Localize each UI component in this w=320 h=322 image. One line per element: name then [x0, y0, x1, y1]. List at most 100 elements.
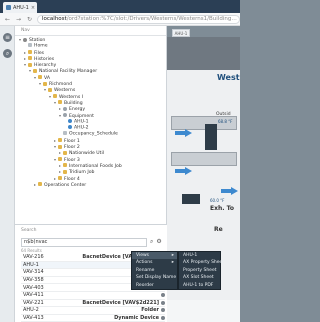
gear-icon [63, 113, 67, 118]
menu-item[interactable]: Reorder [132, 282, 177, 289]
folder-icon [38, 182, 42, 187]
folder-icon [58, 144, 62, 149]
result-type: Folder [141, 307, 159, 314]
nav-tree: ▾ Station Home ▸ Files ▸ Histories ▾ Hierarchy ▾ N… [15, 36, 166, 188]
exhaust-label: Exh. To [210, 205, 235, 212]
folder-icon [48, 87, 52, 92]
search-result-row[interactable]: VAV-411 [21, 292, 165, 300]
context-submenu: AHU-1 AX Property Sheet Property Sheet AX S… [178, 251, 224, 290]
building-title: West [217, 73, 240, 82]
url-host: localhost [42, 16, 67, 22]
tree-node-label: Hierarchy [34, 63, 57, 69]
result-gear-icon [161, 293, 165, 298]
result-name: VAV-411 [23, 292, 44, 299]
result-gear-icon [161, 308, 165, 313]
menu-item[interactable]: AHU-1 to PDF [179, 282, 220, 289]
address-bar: ← → ↻ localhost /ord?station:%7C/slot:/D… [0, 13, 240, 26]
nav-panel: Nav ▾ Station Home ▸ Files ▸ Histories ▾ Hierarc… [15, 26, 167, 224]
browser-tabbar: AHU-1 × [0, 0, 240, 13]
airflow-arrow-body-3 [221, 189, 231, 193]
tree-node-label: Home [34, 43, 48, 49]
menu-icon[interactable]: ≡ [3, 33, 12, 42]
tree-node-label: Floor 3 [64, 157, 80, 163]
menu-item[interactable]: Property Sheet [179, 267, 220, 274]
station-icon [23, 37, 27, 42]
result-name: VAV-216 [23, 254, 44, 261]
result-type: Dynamic Device [114, 315, 159, 322]
tree-node-label: Operations Center [44, 182, 87, 188]
search-result-row[interactable]: VAV-413 Dynamic Device [21, 315, 165, 322]
forward-icon[interactable]: → [15, 16, 22, 23]
result-gear-icon [161, 300, 165, 305]
file-icon [63, 131, 67, 136]
tree-node-label: Richmond [49, 82, 73, 88]
duct-lower [171, 152, 237, 166]
menu-item-label: Property Sheet [183, 267, 217, 273]
tree-node-label: AHU-1 [74, 119, 89, 125]
result-gear-icon [161, 316, 165, 321]
folder-icon [28, 56, 32, 61]
view-header-strip [167, 37, 240, 70]
reload-icon[interactable]: ↻ [26, 16, 33, 23]
folder-icon [58, 176, 62, 181]
url-field[interactable]: localhost /ord?station:%7C/slot:/Drivers… [37, 14, 240, 24]
search-icon[interactable]: ⌕ [3, 49, 12, 58]
gear-icon [63, 106, 67, 111]
point-icon [68, 125, 72, 130]
airflow-arrow-icon [185, 129, 192, 137]
folder-icon [43, 81, 47, 86]
side-rail: ≡ ⌕ [0, 26, 15, 322]
tree-node-label: Occupancy_Schedule [69, 131, 118, 137]
tree-node-label: Floor 1 [64, 138, 80, 144]
tree-node-label: Energy [69, 107, 86, 113]
tree-node[interactable]: ▸ Operations Center [15, 182, 166, 188]
favicon-icon [6, 5, 11, 10]
menu-item[interactable]: AHU-1 [179, 252, 220, 259]
menu-item-label: Actions [136, 260, 153, 266]
folder-icon [63, 169, 67, 174]
submenu-arrow-icon: ▸ [171, 253, 174, 258]
search-result-row[interactable]: AHU-2 Folder [21, 307, 165, 315]
tree-node-label: Building [64, 100, 83, 106]
menu-item[interactable]: Rename [132, 267, 177, 274]
point-icon [68, 118, 72, 123]
menu-item-label: Set Display Name [136, 275, 177, 281]
search-result-row[interactable]: VAV-221 BacnetDevice [VAV$2d221] [21, 300, 165, 308]
result-count: 64 Results [21, 248, 42, 253]
tree-node-label: Files [34, 50, 45, 56]
tree-node-label: Histories [34, 56, 55, 62]
browser-tab[interactable]: AHU-1 × [3, 2, 37, 13]
search-icon[interactable]: ⌕ [150, 238, 153, 246]
menu-item-label: AX Slot Sheet [183, 275, 214, 281]
tree-node-label: Station [29, 38, 46, 43]
tree-node-label: Floor 4 [64, 176, 80, 182]
url-path: /ord?station:%7C/slot:/Drivers/Westerns/… [66, 16, 237, 22]
result-type: BacnetDevice [VAV$2d221] [82, 299, 159, 306]
nav-title: Nav [15, 26, 166, 36]
menu-item[interactable]: Actions ▸ [132, 259, 177, 266]
folder-icon [58, 100, 62, 105]
menu-item[interactable]: AX Property Sheet [179, 259, 224, 266]
folder-icon [53, 94, 57, 99]
airflow-arrow-icon-2 [185, 167, 192, 175]
search-title: Search [21, 228, 37, 233]
menu-item-label: Views [136, 253, 150, 258]
menu-item[interactable]: Views ▸ [132, 252, 177, 260]
view-tab[interactable]: AHU-1 [172, 29, 190, 37]
settings-icon[interactable]: ⚙ [156, 238, 161, 246]
search-input[interactable]: n$b(nvac [21, 238, 147, 247]
submenu-arrow-icon: ▸ [171, 260, 174, 266]
context-menu: Views ▸ Actions ▸ Rename Set Display Name Reor… [131, 251, 178, 290]
file-icon [28, 43, 32, 48]
airflow-arrow-body [175, 131, 185, 135]
menu-item[interactable]: AX Slot Sheet [179, 274, 220, 281]
tree-node-label: Westerns [54, 88, 76, 94]
folder-icon [33, 68, 37, 73]
fan-unit [182, 194, 200, 204]
menu-item-label: AHU-1 [183, 253, 198, 258]
back-icon[interactable]: ← [4, 16, 11, 23]
close-tab-icon[interactable]: × [31, 5, 35, 11]
tab-title: AHU-1 [13, 4, 29, 11]
menu-item[interactable]: Set Display Name [132, 274, 177, 281]
result-name: AHU-2 [23, 307, 39, 314]
